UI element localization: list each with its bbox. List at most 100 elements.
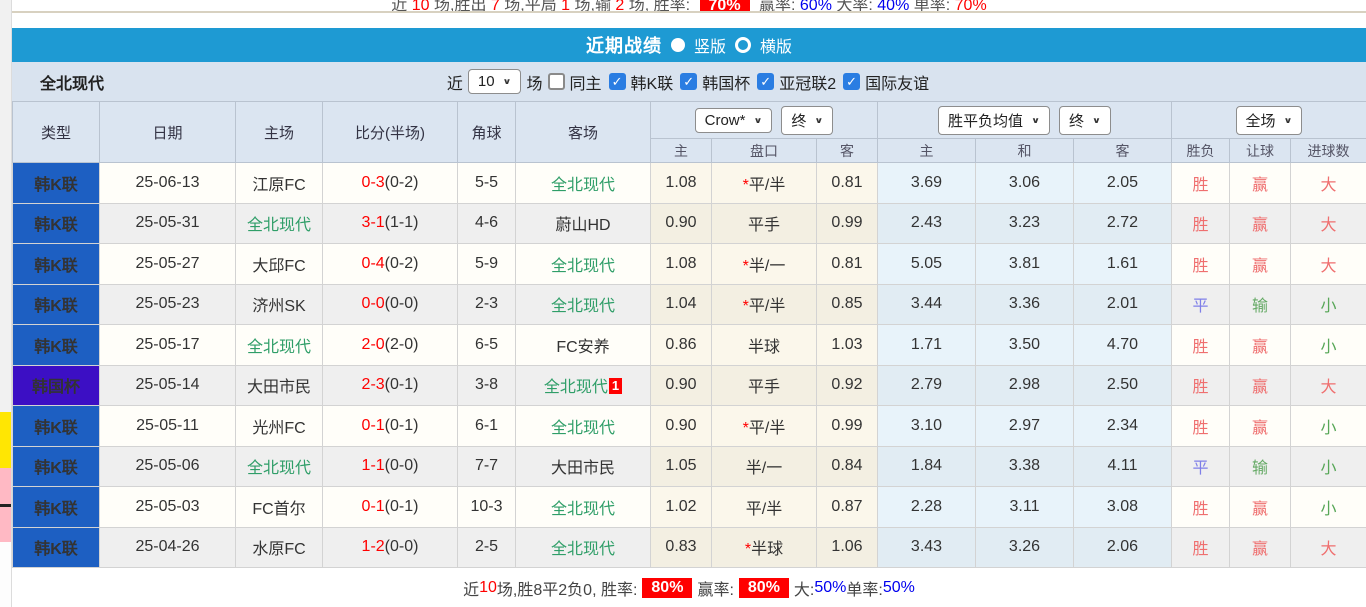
cell-asia-away-odds: 1.06 <box>816 526 878 568</box>
table-row: 韩K联 25-05-11 光州FC 0-1(0-1) 6-1 全北现代 0.90… <box>12 405 1366 447</box>
cell-date: 25-04-26 <box>99 526 236 568</box>
cell-home-team[interactable]: 大邱FC <box>235 243 323 285</box>
summary-part: 场, 胜率: <box>624 0 695 13</box>
col-header-home: 主场 <box>235 101 323 163</box>
cell-handicap: *半/一 <box>711 243 817 285</box>
table-row: 韩K联 25-05-27 大邱FC 0-4(0-2) 5-9 全北现代 1.08… <box>12 243 1366 285</box>
cell-league-badge: 韩K联 <box>12 283 100 325</box>
cell-corners: 3-8 <box>457 364 516 406</box>
league-kleague-checkbox[interactable]: ✓ <box>608 73 626 90</box>
cell-date: 25-05-11 <box>99 405 236 447</box>
cell-score: 0-1(0-1) <box>322 486 458 528</box>
cell-away-team[interactable]: 全北现代 <box>515 405 651 447</box>
cell-corners: 2-3 <box>457 283 516 325</box>
horizontal-layout-label[interactable]: 横版 <box>760 33 792 57</box>
cell-handicap: 平/半 <box>711 486 817 528</box>
table-row: 韩K联 25-05-17 全北现代 2-0(2-0) 6-5 FC安养 0.86… <box>12 324 1366 366</box>
cell-euro-draw-odds: 3.36 <box>975 283 1074 325</box>
cell-score: 0-3(0-2) <box>322 162 458 204</box>
same-home-checkbox[interactable] <box>547 73 565 90</box>
cell-corners: 6-1 <box>457 405 516 447</box>
cell-goals-result: 大 <box>1289 243 1366 285</box>
cell-match-result: 平 <box>1171 445 1230 487</box>
page-left-gutter <box>0 0 12 607</box>
cell-away-team[interactable]: 全北现代 <box>515 526 651 568</box>
cell-handicap-result: 赢 <box>1229 243 1291 285</box>
cell-home-team[interactable]: 江原FC <box>235 162 323 204</box>
cell-away-team[interactable]: 全北现代 <box>515 486 651 528</box>
match-scope-select[interactable]: 全场 ∨ <box>1235 105 1303 135</box>
cell-away-team[interactable]: FC安养 <box>515 324 651 366</box>
chevron-down-icon: ∨ <box>502 77 512 87</box>
cell-euro-home-odds: 2.79 <box>877 364 976 406</box>
table-row: 韩K联 25-05-31 全北现代 3-1(1-1) 4-6 蔚山HD 0.90… <box>12 202 1366 244</box>
cell-away-team[interactable]: 全北现代 1 <box>515 364 651 406</box>
chevron-down-icon: ∨ <box>1283 115 1293 125</box>
cell-home-team[interactable]: 全北现代 <box>235 324 323 366</box>
bookmaker-select[interactable]: Crow* ∨ <box>694 107 773 133</box>
cell-match-result: 平 <box>1171 283 1230 325</box>
cell-euro-away-odds: 1.61 <box>1073 243 1172 285</box>
gutter-yellow-strip <box>0 412 11 468</box>
cell-score: 2-3(0-1) <box>322 364 458 406</box>
cell-asia-away-odds: 0.87 <box>816 486 878 528</box>
cell-handicap-result: 赢 <box>1229 162 1291 204</box>
cell-score: 1-2(0-0) <box>322 526 458 568</box>
cell-date: 25-05-27 <box>99 243 236 285</box>
cell-away-team[interactable]: 大田市民 <box>515 445 651 487</box>
cell-league-badge: 韩K联 <box>12 162 100 204</box>
cell-score: 1-1(0-0) <box>322 445 458 487</box>
cell-league-badge: 韩K联 <box>12 324 100 366</box>
vertical-layout-label[interactable]: 竖版 <box>694 33 726 57</box>
check-icon: ✓ <box>846 73 858 89</box>
col-header-score: 比分(半场) <box>322 101 458 163</box>
cell-home-team[interactable]: 全北现代 <box>235 445 323 487</box>
cell-euro-away-odds: 4.70 <box>1073 324 1172 366</box>
cell-handicap: *平/半 <box>711 405 817 447</box>
horizontal-layout-radio[interactable] <box>735 37 751 53</box>
cell-league-badge: 韩国杯 <box>12 364 100 406</box>
cell-home-team[interactable]: 大田市民 <box>235 364 323 406</box>
summary-part: 单率: <box>846 582 883 599</box>
gutter-bottom <box>0 542 11 607</box>
chevron-down-icon: ∨ <box>1092 115 1101 125</box>
sub-header-result: 胜负 <box>1171 138 1230 163</box>
cell-euro-home-odds: 1.71 <box>877 324 976 366</box>
cell-away-team[interactable]: 全北现代 <box>515 243 651 285</box>
cell-league-badge: 韩K联 <box>12 243 100 285</box>
cell-asia-away-odds: 0.85 <box>816 283 878 325</box>
cell-home-team[interactable]: 济州SK <box>235 283 323 325</box>
cell-home-team[interactable]: 全北现代 <box>235 202 323 244</box>
euro-stage-select[interactable]: 终 ∨ <box>1059 105 1111 135</box>
sub-header-goals: 进球数 <box>1289 138 1366 163</box>
league-friendly-checkbox[interactable]: ✓ <box>843 73 861 90</box>
cell-home-team[interactable]: 光州FC <box>235 405 323 447</box>
summary-part: 80% <box>738 578 789 598</box>
cell-asia-away-odds: 0.99 <box>816 202 878 244</box>
summary-part: 70% <box>699 0 750 11</box>
asia-stage-select[interactable]: 终 ∨ <box>781 105 834 135</box>
league-acl2-checkbox[interactable]: ✓ <box>757 73 775 90</box>
cell-euro-away-odds: 2.50 <box>1073 364 1172 406</box>
summary-part: 单率: <box>909 0 955 13</box>
cell-asia-home-odds: 1.08 <box>650 243 712 285</box>
cell-away-team[interactable]: 蔚山HD <box>515 202 651 244</box>
cell-away-team[interactable]: 全北现代 <box>515 162 651 204</box>
page-title: 近期战绩 <box>585 36 662 56</box>
gutter-black-line <box>0 504 11 507</box>
cell-asia-away-odds: 0.92 <box>816 364 878 406</box>
cell-date: 25-05-31 <box>99 202 236 244</box>
league-koreacup-checkbox[interactable]: ✓ <box>680 73 698 90</box>
cell-home-team[interactable]: FC首尔 <box>235 486 323 528</box>
match-count-select[interactable]: 10 ∨ <box>467 69 522 94</box>
cell-asia-home-odds: 0.90 <box>650 202 712 244</box>
cell-home-team[interactable]: 水原FC <box>235 526 323 568</box>
cell-away-team[interactable]: 全北现代 <box>515 283 651 325</box>
cell-goals-result: 小 <box>1289 486 1366 528</box>
cell-goals-result: 大 <box>1289 364 1366 406</box>
vertical-layout-radio[interactable] <box>670 38 685 52</box>
cell-euro-draw-odds: 3.26 <box>975 526 1074 568</box>
euro-average-select[interactable]: 胜平负均值 ∨ <box>938 105 1050 135</box>
cell-goals-result: 小 <box>1289 283 1366 325</box>
cell-euro-away-odds: 4.11 <box>1073 445 1172 487</box>
